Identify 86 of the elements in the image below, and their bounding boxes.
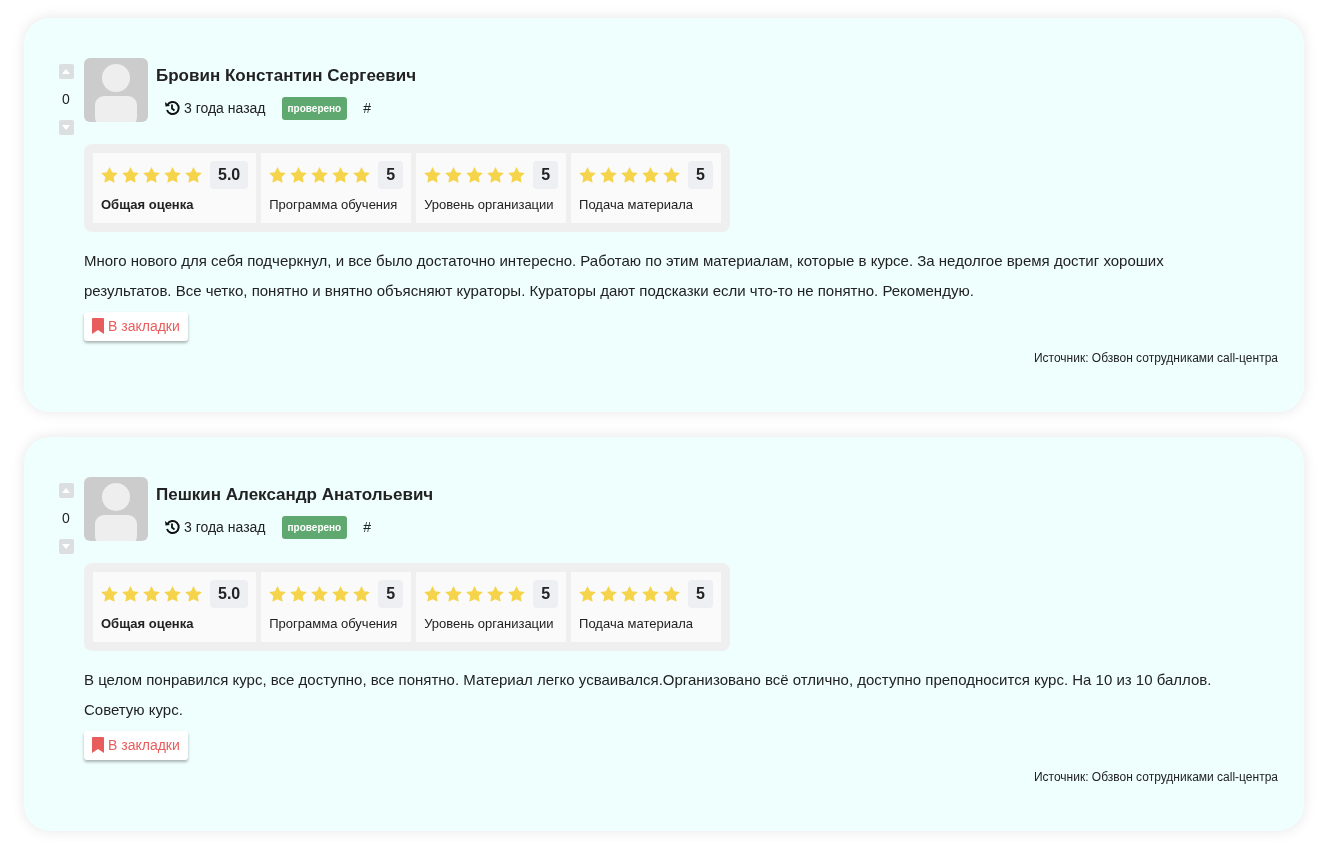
- star-icon: [122, 586, 139, 602]
- star-icon: [445, 167, 463, 183]
- history-icon: [164, 100, 180, 116]
- anchor-link[interactable]: #: [363, 97, 371, 119]
- star-icon: [164, 167, 181, 183]
- star-icon: [143, 586, 160, 602]
- verified-badge: проверено: [281, 515, 348, 539]
- star-icon: [122, 167, 139, 183]
- star-icon: [143, 167, 160, 183]
- bookmark-icon: [92, 737, 104, 753]
- star-icon: [424, 586, 442, 602]
- star-icon: [424, 167, 442, 183]
- star-icon: [353, 167, 371, 183]
- star-icon: [311, 586, 329, 602]
- star-icon: [290, 167, 308, 183]
- star-icon: [290, 586, 308, 602]
- star-icon: [185, 586, 202, 602]
- star-icon: [621, 167, 639, 183]
- rating-label: Общая оценка: [101, 196, 195, 214]
- rating-score: 5.0: [210, 161, 249, 189]
- star-icon: [642, 586, 660, 602]
- star-icon: [663, 167, 681, 183]
- source-note: Источник: Обзвон сотрудниками call-центра: [1032, 349, 1278, 367]
- rating-label: Уровень организации: [424, 196, 555, 214]
- avatar: [84, 58, 148, 122]
- star-icon: [579, 586, 597, 602]
- star-icon: [353, 586, 371, 602]
- rating-label: Программа обучения: [269, 615, 399, 633]
- author-name: Бровин Константин Сергеевич: [156, 65, 417, 87]
- rating-label: Подача материала: [579, 615, 694, 633]
- avatar: [84, 477, 148, 541]
- caret-up-icon: [62, 488, 70, 493]
- star-icon: [164, 586, 181, 602]
- star-icon: [466, 586, 484, 602]
- star-icon: [445, 586, 463, 602]
- star-icon: [269, 167, 287, 183]
- star-icon: [332, 586, 350, 602]
- review-time: 3 года назад: [184, 517, 266, 537]
- star-icon: [311, 167, 329, 183]
- star-icon: [600, 167, 618, 183]
- star-icon: [101, 167, 118, 183]
- history-icon: [164, 519, 180, 535]
- star-icon: [101, 586, 118, 602]
- star-icon: [332, 167, 350, 183]
- rating-label: Общая оценка: [101, 615, 195, 633]
- star-icon: [487, 586, 505, 602]
- caret-down-icon: [62, 125, 70, 130]
- caret-down-icon: [62, 544, 70, 549]
- rating-score: 5: [378, 161, 404, 189]
- bookmark-icon: [92, 318, 104, 334]
- bookmark-button[interactable]: В закладки: [84, 311, 188, 341]
- star-icon: [621, 586, 639, 602]
- star-icon: [185, 167, 202, 183]
- star-icon: [508, 586, 526, 602]
- rating-score: 5: [378, 580, 404, 608]
- star-icon: [466, 167, 484, 183]
- source-note: Источник: Обзвон сотрудниками call-центра: [1032, 768, 1278, 786]
- downvote-button[interactable]: [58, 539, 74, 554]
- star-icon: [642, 167, 660, 183]
- star-icon: [487, 167, 505, 183]
- rating-score: 5: [533, 580, 559, 608]
- review-text: В целом понравился курс, все доступно, все понятно. Материал легко усваивался.Организовано всё отлично, доступно преподносится курс. На 10 из 10 баллов. Советую курс.: [84, 669, 1213, 720]
- review-text: Много нового для себя подчеркнул, и все было достаточно интересно. Работаю по этим материалам, которые в курсе. За недолгое время достиг хороших результатов. Все четко, понятно и внятно объясняют кураторы. Кураторы дают подсказки если что-то не понятно. Рекомендую.: [84, 250, 1165, 301]
- vote-count: 0: [62, 509, 70, 528]
- vote-count: 0: [62, 90, 70, 109]
- bookmark-button[interactable]: В закладки: [84, 730, 188, 760]
- rating-score: 5: [688, 580, 713, 608]
- star-icon: [579, 167, 597, 183]
- rating-label: Уровень организации: [424, 615, 555, 633]
- downvote-button[interactable]: [58, 120, 74, 135]
- review-time: 3 года назад: [184, 98, 266, 118]
- star-icon: [269, 586, 287, 602]
- star-icon: [508, 167, 526, 183]
- rating-label: Подача материала: [579, 196, 694, 214]
- rating-score: 5: [688, 161, 713, 189]
- caret-up-icon: [62, 69, 70, 74]
- rating-score: 5: [533, 161, 559, 189]
- rating-label: Программа обучения: [269, 196, 399, 214]
- rating-score: 5.0: [210, 580, 249, 608]
- star-icon: [600, 586, 618, 602]
- anchor-link[interactable]: #: [363, 516, 371, 538]
- author-name: Пешкин Александр Анатольевич: [156, 484, 434, 506]
- upvote-button[interactable]: [58, 483, 74, 498]
- verified-badge: проверено: [281, 96, 348, 120]
- star-icon: [663, 586, 681, 602]
- upvote-button[interactable]: [58, 64, 74, 79]
